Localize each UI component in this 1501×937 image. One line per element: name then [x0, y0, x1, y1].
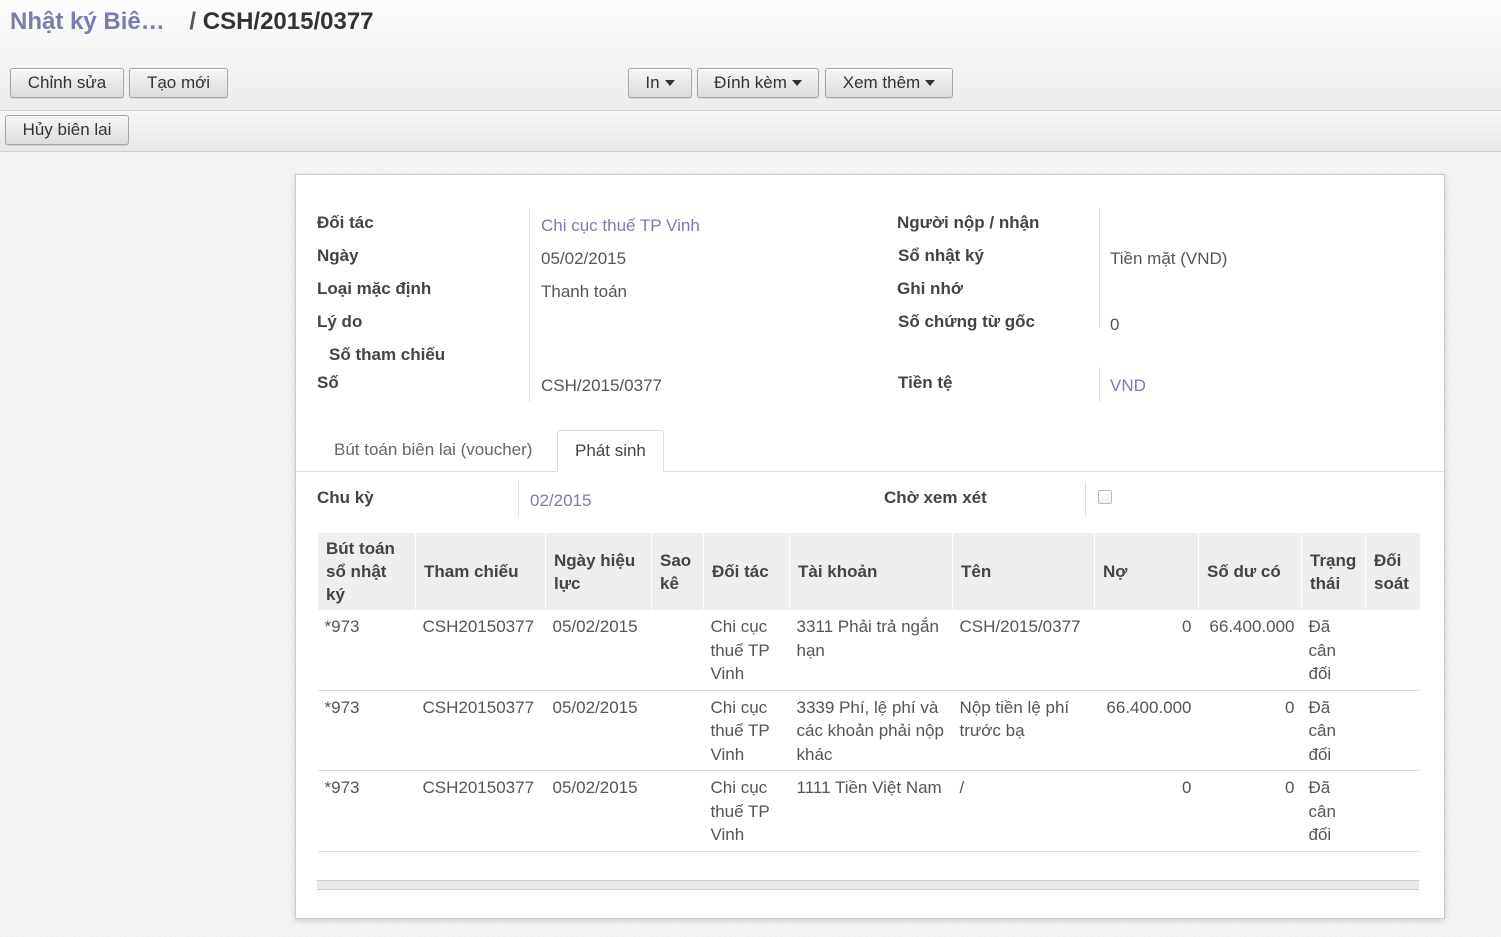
table-row[interactable]: *973 CSH20150377 05/02/2015 Chi cục thuế… — [317, 610, 1420, 691]
cell-debit: 66.400.000 — [1094, 690, 1199, 771]
date-label: Ngày — [317, 246, 359, 265]
partner-value[interactable]: Chi cục thuế TP Vinh — [541, 216, 700, 236]
col-header-credit[interactable]: Số dư có — [1198, 533, 1302, 610]
more-dropdown-button[interactable]: Xem thêm — [825, 68, 953, 98]
journal-label: Sổ nhật ký — [898, 246, 984, 265]
currency-value[interactable]: VND — [1110, 376, 1146, 396]
caret-down-icon — [925, 79, 936, 86]
notebook-tabs: Bút toán biên lai (voucher) Phát sinh — [296, 428, 1444, 472]
cell-credit: 0 — [1198, 690, 1302, 771]
cell-reference: CSH20150377 — [415, 610, 546, 691]
divider — [518, 482, 519, 517]
col-header-account[interactable]: Tài khoản — [789, 533, 953, 610]
cell-reconcile — [1365, 610, 1420, 691]
col-header-reference[interactable]: Tham chiếu — [415, 533, 546, 610]
col-header-effective-date[interactable]: Ngày hiệu lực — [545, 533, 652, 610]
cell-statement — [651, 690, 704, 771]
review-label: Chờ xem xét — [884, 488, 987, 507]
currency-label: Tiền tệ — [898, 373, 953, 392]
cell-credit: 66.400.000 — [1198, 610, 1302, 691]
payer-label: Người nộp / nhận — [897, 213, 1040, 232]
form-sheet: Đối tác Chi cục thuế TP Vinh Ngày 05/02/… — [295, 174, 1445, 919]
col-header-name[interactable]: Tên — [952, 533, 1095, 610]
create-button[interactable]: Tạo mới — [129, 68, 228, 98]
reference-label: Số tham chiếu — [329, 345, 446, 364]
col-header-journal-entry[interactable]: Bút toán sổ nhật ký — [317, 533, 416, 610]
cell-effective-date: 05/02/2015 — [545, 690, 652, 771]
cell-debit: 0 — [1094, 610, 1199, 691]
cell-partner: Chi cục thuế TP Vinh — [703, 610, 790, 691]
cell-account: 3339 Phí, lệ phí và các khoản phải nộp k… — [789, 690, 953, 771]
tab-journal-items[interactable]: Phát sinh — [557, 430, 664, 472]
col-header-statement[interactable]: Sao kê — [651, 533, 704, 610]
table-footer-bar — [317, 880, 1419, 890]
breadcrumb-separator: / — [189, 8, 197, 35]
divider — [1085, 482, 1086, 517]
date-value: 05/02/2015 — [541, 249, 627, 268]
original-docs-value: 0 — [1110, 315, 1120, 334]
control-panel: Nhật ký Biê… / CSH/2015/0377 Chỉnh sửa T… — [0, 0, 1501, 111]
cell-effective-date: 05/02/2015 — [545, 770, 652, 852]
divider — [1099, 208, 1100, 328]
journal-items-table: Bút toán sổ nhật ký Tham chiếu Ngày hiệu… — [317, 533, 1420, 852]
cell-statement — [651, 770, 704, 852]
status-bar: Hủy biên lai — [0, 111, 1501, 152]
attach-label: Đính kèm — [714, 73, 787, 92]
cell-journal-entry: *973 — [317, 690, 416, 771]
tab-voucher-entries[interactable]: Bút toán biên lai (voucher) — [317, 430, 549, 470]
cell-reference: CSH20150377 — [415, 770, 546, 852]
col-header-status[interactable]: Trạng thái — [1301, 533, 1366, 610]
cancel-receipt-button[interactable]: Hủy biên lai — [5, 115, 129, 145]
cell-journal-entry: *973 — [317, 610, 416, 691]
breadcrumb-parent-link[interactable]: Nhật ký Biê… — [10, 8, 165, 35]
cell-journal-entry: *973 — [317, 770, 416, 852]
review-checkbox[interactable] — [1098, 490, 1112, 504]
cell-partner: Chi cục thuế TP Vinh — [703, 770, 790, 852]
cell-effective-date: 05/02/2015 — [545, 610, 652, 691]
breadcrumb: Nhật ký Biê… / CSH/2015/0377 — [10, 8, 374, 36]
table-row[interactable]: *973 CSH20150377 05/02/2015 Chi cục thuế… — [317, 690, 1420, 771]
cell-partner: Chi cục thuế TP Vinh — [703, 690, 790, 771]
attach-dropdown-button[interactable]: Đính kèm — [697, 68, 819, 98]
cell-reference: CSH20150377 — [415, 690, 546, 771]
reason-label: Lý do — [317, 312, 363, 331]
number-value: CSH/2015/0377 — [541, 376, 662, 395]
table-header-row: Bút toán sổ nhật ký Tham chiếu Ngày hiệu… — [317, 533, 1420, 610]
cell-account: 3311 Phải trả ngắn hạn — [789, 610, 953, 691]
cell-debit: 0 — [1094, 770, 1199, 852]
cell-credit: 0 — [1198, 770, 1302, 852]
cell-status: Đã cân đối — [1301, 610, 1366, 691]
cell-name: CSH/2015/0377 — [952, 610, 1095, 691]
period-value[interactable]: 02/2015 — [530, 491, 591, 511]
cell-statement — [651, 610, 704, 691]
breadcrumb-current: CSH/2015/0377 — [202, 8, 374, 35]
col-header-debit[interactable]: Nợ — [1094, 533, 1199, 610]
period-label: Chu kỳ — [317, 488, 374, 507]
journal-value: Tiền mặt (VND) — [1110, 249, 1228, 268]
cell-status: Đã cân đối — [1301, 690, 1366, 771]
divider — [529, 208, 530, 402]
table-row[interactable]: *973 CSH20150377 05/02/2015 Chi cục thuế… — [317, 770, 1420, 852]
original-docs-label: Số chứng từ gốc — [898, 312, 1036, 331]
cell-reconcile — [1365, 770, 1420, 852]
number-label: Số — [317, 373, 339, 392]
print-dropdown-button[interactable]: In — [628, 68, 692, 98]
col-header-reconcile[interactable]: Đối soát — [1365, 533, 1420, 610]
divider — [1099, 367, 1100, 402]
cell-account: 1111 Tiền Việt Nam — [789, 770, 953, 852]
print-label: In — [645, 73, 660, 92]
default-type-label: Loại mặc định — [317, 279, 432, 298]
cell-name: / — [952, 770, 1095, 852]
cell-name: Nộp tiền lệ phí trước bạ — [952, 690, 1095, 771]
more-label: Xem thêm — [842, 73, 921, 92]
caret-down-icon — [664, 79, 675, 86]
caret-down-icon — [791, 79, 802, 86]
memo-label: Ghi nhớ — [897, 279, 963, 298]
col-header-partner[interactable]: Đối tác — [703, 533, 790, 610]
cell-reconcile — [1365, 690, 1420, 771]
cell-status: Đã cân đối — [1301, 770, 1366, 852]
edit-button[interactable]: Chỉnh sửa — [10, 68, 124, 98]
partner-label: Đối tác — [317, 213, 374, 232]
default-type-value: Thanh toán — [541, 282, 628, 301]
